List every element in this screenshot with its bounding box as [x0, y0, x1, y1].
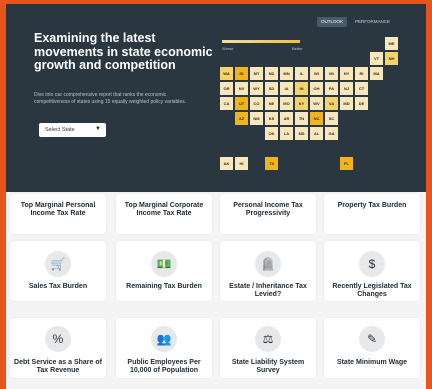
card-label: Top Marginal Corporate Income Tax Rate	[124, 202, 204, 217]
state-tile-va[interactable]: VA	[325, 97, 338, 110]
legend-high-label: Better	[292, 46, 303, 51]
state-tile-ut[interactable]: UT	[235, 97, 248, 110]
variable-card[interactable]: Property Tax Burden	[324, 194, 420, 234]
state-tile-ne[interactable]: NE	[265, 97, 278, 110]
state-tile-md[interactable]: MD	[340, 97, 353, 110]
state-tile-il[interactable]: IL	[295, 67, 308, 80]
state-tile-ri[interactable]: RI	[355, 67, 368, 80]
state-tile-sc[interactable]: SC	[325, 112, 338, 125]
page-frame: Examining the latest movements in state …	[0, 0, 432, 389]
tombstone-icon: 🪦	[255, 251, 281, 277]
state-tile-ct[interactable]: CT	[355, 82, 368, 95]
state-tile-ia[interactable]: IA	[280, 82, 293, 95]
card-label: Remaining Tax Burden	[126, 283, 202, 290]
state-tile-ca[interactable]: CA	[220, 97, 233, 110]
legend-low-label: Worse	[222, 46, 234, 51]
variable-card[interactable]: Top Marginal Personal Income Tax Rate	[10, 194, 106, 234]
state-select-value: Select State	[45, 127, 75, 133]
state-tile-az[interactable]: AZ	[235, 112, 248, 125]
state-tile-wv[interactable]: WV	[310, 97, 323, 110]
variable-card[interactable]: $ Recently Legislated Tax Changes	[324, 241, 420, 301]
state-tile-ok[interactable]: OK	[265, 127, 278, 140]
state-tile-wi[interactable]: WI	[310, 67, 323, 80]
card-label: Sales Tax Burden	[28, 283, 88, 290]
state-tile-nd[interactable]: ND	[265, 67, 278, 80]
state-tile-ga[interactable]: GA	[325, 127, 338, 140]
state-tile-nc[interactable]: NC	[310, 112, 323, 125]
card-label: Property Tax Burden	[337, 202, 407, 209]
state-tile-nv[interactable]: NV	[235, 82, 248, 95]
state-tile-ma[interactable]: MA	[370, 67, 383, 80]
card-label: Debt Service as a Share of Tax Revenue	[14, 359, 102, 374]
state-tile-tn[interactable]: TN	[295, 112, 308, 125]
card-label: Estate / Inheritance Tax Levied?	[229, 283, 307, 298]
scales-icon: ⚖	[255, 326, 281, 352]
hero-section: Examining the latest movements in state …	[6, 4, 426, 192]
state-tile-vt[interactable]: VT	[370, 52, 383, 65]
tab-performance[interactable]: PERFORMANCE	[351, 17, 394, 27]
state-tile-ak[interactable]: AK	[220, 157, 233, 170]
card-label: State Minimum Wage	[336, 359, 408, 366]
state-tile-ky[interactable]: KY	[295, 97, 308, 110]
state-tile-wa[interactable]: WA	[220, 67, 233, 80]
hero-description: Dive into our comprehensive report that …	[34, 92, 187, 105]
variable-card[interactable]: 🛒 Sales Tax Burden	[10, 241, 106, 301]
cash-icon: 💵	[151, 251, 177, 277]
state-tile-de[interactable]: DE	[355, 97, 368, 110]
variable-card[interactable]: 🪦 Estate / Inheritance Tax Levied?	[220, 241, 316, 301]
state-tile-mt[interactable]: MT	[250, 67, 263, 80]
variable-card[interactable]: ✎ State Minimum Wage	[324, 318, 420, 378]
card-label: Public Employees Per 10,000 of Populatio…	[127, 359, 201, 374]
dollar-refresh-icon: $	[359, 251, 385, 277]
variable-card[interactable]: Personal Income Tax Progressivity	[220, 194, 316, 234]
state-tile-nh[interactable]: NH	[385, 52, 398, 65]
state-tile-nm[interactable]: NM	[250, 112, 263, 125]
state-tile-me[interactable]: ME	[385, 37, 398, 50]
state-tile-id[interactable]: ID	[235, 67, 248, 80]
state-tile-oh[interactable]: OH	[310, 82, 323, 95]
tab-outlook[interactable]: OUTLOOK	[317, 17, 348, 27]
state-tile-ny[interactable]: NY	[340, 67, 353, 80]
people-icon: 👥	[151, 326, 177, 352]
card-label: State Liability System Survey	[231, 359, 305, 374]
state-tile-ar[interactable]: AR	[280, 112, 293, 125]
state-tile-tx[interactable]: TX	[265, 157, 278, 170]
variable-card[interactable]: 👥 Public Employees Per 10,000 of Populati…	[116, 318, 212, 378]
percent-icon: %	[45, 326, 71, 352]
state-tile-sd[interactable]: SD	[265, 82, 278, 95]
state-tile-mn[interactable]: MN	[280, 67, 293, 80]
state-tile-in[interactable]: IN	[295, 82, 308, 95]
state-select[interactable]: Select State ▼	[39, 123, 106, 137]
state-tile-fl[interactable]: FL	[340, 157, 353, 170]
state-tile-hi[interactable]: HI	[235, 157, 248, 170]
variable-card[interactable]: Top Marginal Corporate Income Tax Rate	[116, 194, 212, 234]
state-tile-pa[interactable]: PA	[325, 82, 338, 95]
shopping-cart-icon: 🛒	[45, 251, 71, 277]
card-label: Personal Income Tax Progressivity	[233, 202, 303, 217]
variable-cards: Top Marginal Personal Income Tax Rate Top…	[6, 192, 426, 389]
variable-card[interactable]: 💵 Remaining Tax Burden	[116, 241, 212, 301]
variable-card[interactable]: ⚖ State Liability System Survey	[220, 318, 316, 378]
state-tile-mo[interactable]: MO	[280, 97, 293, 110]
state-tile-wy[interactable]: WY	[250, 82, 263, 95]
state-tile-ms[interactable]: MS	[295, 127, 308, 140]
card-label: Recently Legislated Tax Changes	[332, 283, 412, 298]
state-tile-ks[interactable]: KS	[265, 112, 278, 125]
chevron-down-icon: ▼	[95, 126, 101, 132]
state-tile-al[interactable]: AL	[310, 127, 323, 140]
state-tile-co[interactable]: CO	[250, 97, 263, 110]
card-label: Top Marginal Personal Income Tax Rate	[20, 202, 96, 217]
page-title: Examining the latest movements in state …	[34, 31, 213, 72]
state-tile-or[interactable]: OR	[220, 82, 233, 95]
wage-icon: ✎	[359, 326, 385, 352]
variable-card[interactable]: % Debt Service as a Share of Tax Revenue	[10, 318, 106, 378]
map-legend-bar	[222, 40, 300, 43]
state-tile-mi[interactable]: MI	[325, 67, 338, 80]
state-tile-nj[interactable]: NJ	[340, 82, 353, 95]
state-tile-la[interactable]: LA	[280, 127, 293, 140]
